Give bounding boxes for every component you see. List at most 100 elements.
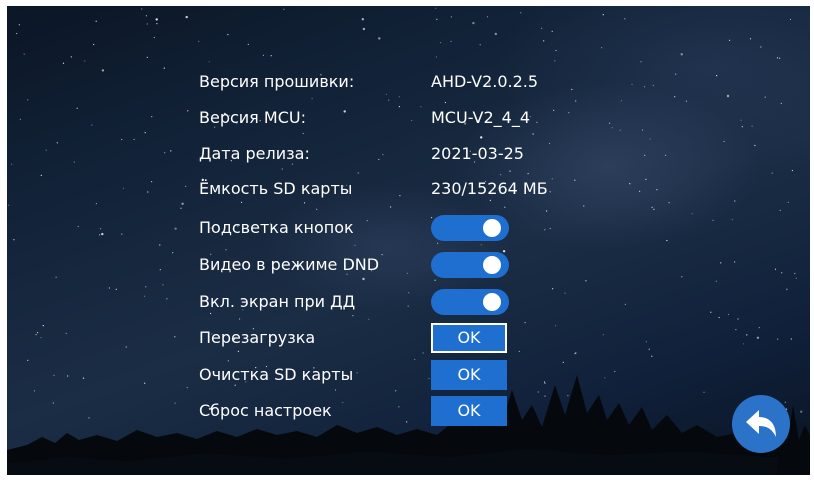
star xyxy=(619,129,621,131)
star xyxy=(651,206,653,208)
star xyxy=(716,75,718,77)
star xyxy=(302,132,304,135)
star xyxy=(726,94,730,98)
star xyxy=(146,56,148,59)
star xyxy=(55,276,57,278)
reset-settings-ok-button[interactable]: OK xyxy=(431,396,507,426)
star xyxy=(509,170,511,172)
star xyxy=(56,142,58,144)
star xyxy=(208,61,210,63)
star xyxy=(155,18,158,21)
star xyxy=(316,208,318,210)
star xyxy=(159,269,161,271)
toggle-knob xyxy=(483,293,501,311)
star xyxy=(643,86,646,88)
dnd-video-toggle[interactable] xyxy=(431,252,509,278)
mcu-version-row: Версия MCU: MCU-V2_4_4 xyxy=(199,103,619,133)
star xyxy=(602,14,604,16)
screen-on-dd-toggle[interactable] xyxy=(431,289,509,315)
mcu-version-label: Версия MCU: xyxy=(199,108,306,127)
star xyxy=(779,209,781,211)
star xyxy=(727,313,730,316)
star xyxy=(185,185,187,187)
star xyxy=(45,149,47,151)
settings-screen: Версия прошивки: AHD-V2.0.2.5 Версия MCU… xyxy=(7,6,810,475)
firmware-version-row: Версия прошивки: AHD-V2.0.2.5 xyxy=(199,67,619,97)
reboot-label: Перезагрузка xyxy=(199,328,316,347)
star xyxy=(172,252,174,254)
star xyxy=(159,244,161,246)
star xyxy=(145,286,147,288)
star xyxy=(62,62,65,64)
star xyxy=(710,311,712,313)
star xyxy=(166,298,168,300)
star xyxy=(620,100,623,102)
star xyxy=(144,132,146,134)
star xyxy=(100,228,102,230)
star xyxy=(666,239,668,242)
star xyxy=(629,183,631,185)
star xyxy=(737,318,739,320)
star xyxy=(624,303,626,305)
star xyxy=(781,272,783,274)
star xyxy=(675,73,677,75)
star xyxy=(37,332,39,334)
star xyxy=(751,125,753,127)
star xyxy=(141,8,143,10)
star xyxy=(11,163,13,165)
star xyxy=(601,47,603,49)
sd-capacity-label: Ёмкость SD карты xyxy=(199,179,353,198)
button-backlight-label: Подсветка кнопок xyxy=(199,218,354,237)
star xyxy=(390,206,392,208)
star xyxy=(101,232,104,236)
star xyxy=(685,100,688,102)
star xyxy=(681,276,683,278)
star xyxy=(652,84,654,86)
back-button[interactable] xyxy=(732,395,790,453)
star xyxy=(378,37,381,40)
star xyxy=(174,227,177,230)
star xyxy=(147,191,149,193)
star xyxy=(790,338,792,340)
star xyxy=(156,23,158,25)
star xyxy=(436,18,438,20)
star xyxy=(133,138,135,141)
screen-on-dd-label: Вкл. экран при ДД xyxy=(199,292,356,311)
star xyxy=(541,27,543,29)
star xyxy=(734,261,736,263)
star xyxy=(23,53,25,55)
star xyxy=(450,16,452,18)
star xyxy=(185,15,188,19)
clear-sd-ok-button[interactable]: OK xyxy=(431,360,507,390)
dnd-video-row: Видео в режиме DND xyxy=(199,250,619,280)
star xyxy=(388,99,390,101)
star xyxy=(585,280,587,282)
star xyxy=(439,42,442,44)
star xyxy=(174,336,176,338)
star xyxy=(645,178,647,180)
star xyxy=(95,203,97,205)
star xyxy=(715,280,717,282)
star xyxy=(741,126,743,128)
star xyxy=(486,16,489,18)
button-backlight-toggle[interactable] xyxy=(431,215,509,241)
star xyxy=(624,18,626,20)
star xyxy=(91,124,93,126)
star xyxy=(362,27,366,31)
back-arrow-icon xyxy=(746,410,776,437)
star xyxy=(779,57,781,59)
star xyxy=(239,318,241,320)
star xyxy=(40,174,42,176)
firmware-version-value: AHD-V2.0.2.5 xyxy=(431,72,539,91)
star xyxy=(791,169,794,172)
star xyxy=(546,210,548,212)
star xyxy=(746,334,748,336)
star xyxy=(93,43,95,46)
star xyxy=(575,100,577,102)
star xyxy=(554,60,556,62)
star xyxy=(368,318,370,320)
reboot-ok-button[interactable]: OK xyxy=(431,323,507,353)
star xyxy=(170,150,172,152)
star xyxy=(520,12,522,14)
star xyxy=(729,39,731,41)
